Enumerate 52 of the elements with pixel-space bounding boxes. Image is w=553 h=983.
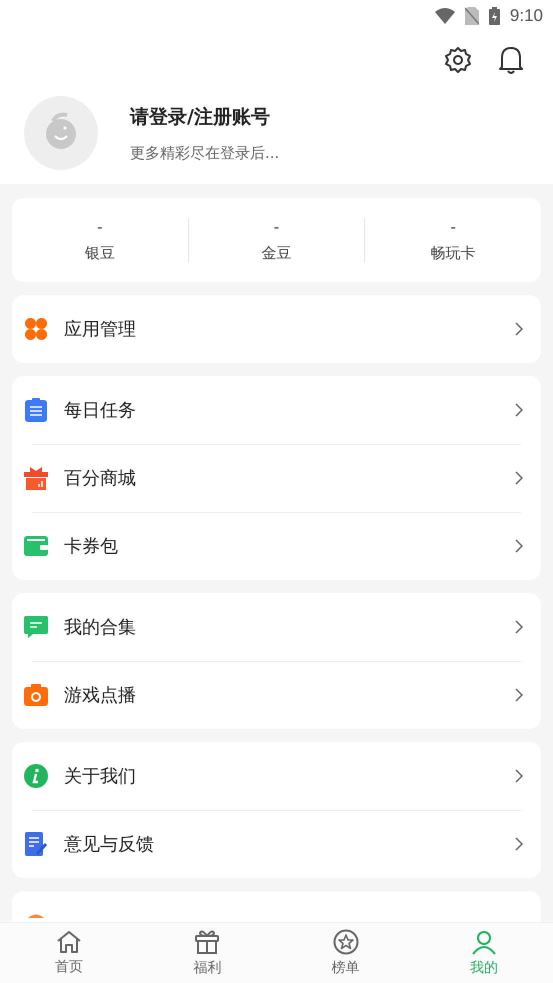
chevron-right-icon bbox=[515, 403, 523, 417]
wifi-icon bbox=[434, 8, 455, 24]
login-prompt[interactable]: 请登录/注册账号 bbox=[130, 104, 280, 130]
chevron-right-icon bbox=[515, 322, 523, 336]
menu-item[interactable]: 意见与反馈 bbox=[12, 810, 541, 878]
stat-value: - bbox=[97, 218, 103, 236]
menu-item[interactable]: 应用管理 bbox=[12, 295, 541, 363]
home-icon bbox=[56, 930, 82, 954]
stat-label: 金豆 bbox=[262, 244, 292, 262]
menu-item[interactable]: 卡券包 bbox=[12, 512, 541, 580]
chat-bubble-icon bbox=[24, 615, 48, 639]
user-icon bbox=[470, 929, 497, 955]
four-circles-icon bbox=[24, 317, 48, 341]
clock-time: 9:10 bbox=[510, 6, 543, 26]
menu-item[interactable]: 每日任务 bbox=[12, 376, 541, 444]
menu-item[interactable]: 百分商城 bbox=[12, 444, 541, 512]
camera-icon bbox=[24, 683, 48, 707]
menu-item[interactable]: 关于我们 bbox=[12, 742, 541, 810]
nav-tab[interactable]: 首页 bbox=[0, 923, 138, 983]
stat-label: 畅玩卡 bbox=[430, 244, 476, 262]
chevron-right-icon bbox=[515, 688, 523, 702]
stat-value: - bbox=[274, 218, 280, 236]
chevron-right-icon bbox=[515, 837, 523, 851]
chevron-right-icon bbox=[515, 539, 523, 553]
login-subtitle: 更多精彩尽在登录后... bbox=[130, 144, 280, 162]
stat-label: 银豆 bbox=[84, 244, 115, 262]
wallet-icon bbox=[24, 534, 48, 558]
nav-tab[interactable]: 福利 bbox=[138, 923, 276, 983]
nav-tab[interactable]: 榜单 bbox=[276, 923, 415, 983]
menu-label: 游戏点播 bbox=[64, 684, 137, 707]
menu-label: 意见与反馈 bbox=[64, 833, 155, 856]
chevron-right-icon bbox=[515, 471, 523, 485]
stat-value: - bbox=[450, 218, 456, 236]
menu-label: 每日任务 bbox=[64, 399, 137, 422]
menu-label: 关于我们 bbox=[64, 765, 137, 788]
battery-icon bbox=[488, 7, 500, 25]
info-icon bbox=[24, 764, 48, 788]
menu-item[interactable]: 我的合集 bbox=[12, 593, 541, 661]
chevron-right-icon bbox=[515, 620, 523, 634]
no-sim-icon bbox=[464, 7, 479, 25]
menu-label: 卡券包 bbox=[64, 535, 119, 558]
edit-document-icon bbox=[24, 832, 48, 856]
menu-label: 我的合集 bbox=[64, 616, 137, 639]
menu-label: 应用管理 bbox=[64, 318, 137, 341]
settings-icon[interactable] bbox=[444, 46, 472, 74]
gift-icon bbox=[24, 466, 48, 490]
menu-label: 百分商城 bbox=[64, 467, 137, 490]
gift-icon bbox=[195, 929, 220, 955]
menu-item[interactable]: 游戏点播 bbox=[12, 661, 541, 729]
clipboard-icon bbox=[24, 398, 48, 422]
chevron-right-icon bbox=[515, 769, 523, 783]
notification-bell-icon[interactable] bbox=[498, 45, 524, 75]
